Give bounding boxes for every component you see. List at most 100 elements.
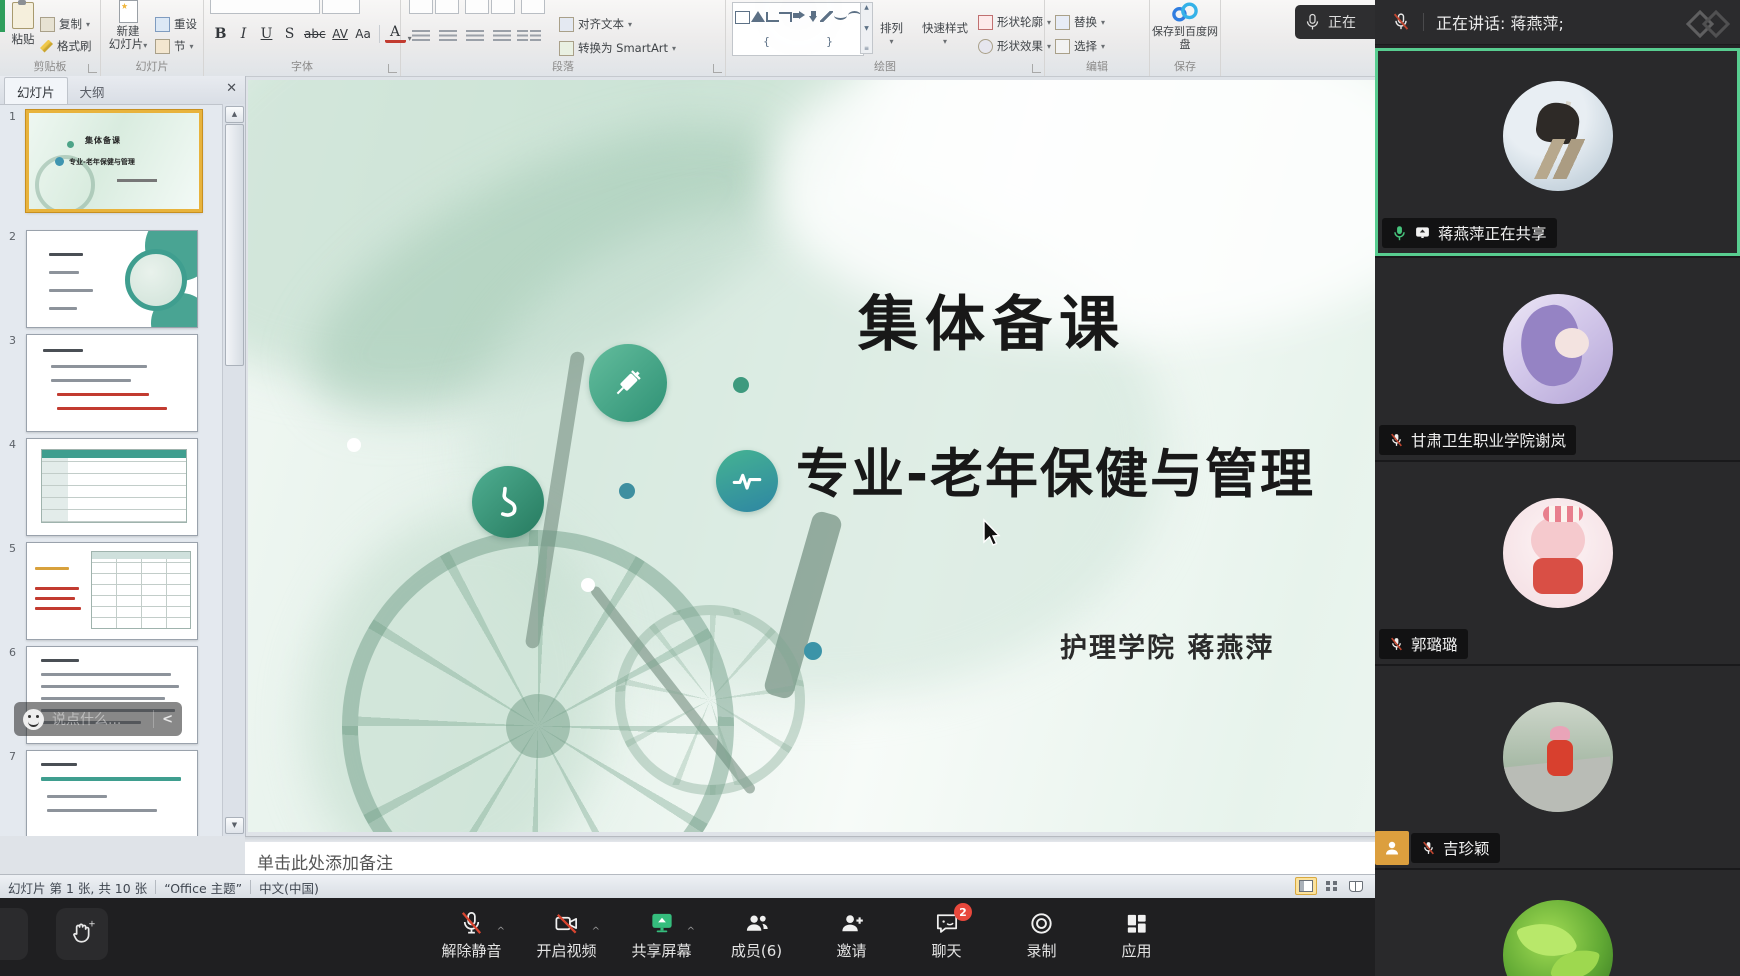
invite-button[interactable]: 邀请: [804, 904, 899, 961]
align-right-button[interactable]: [463, 26, 487, 47]
smiley-icon[interactable]: [23, 709, 44, 730]
record-button[interactable]: 录制: [994, 904, 1089, 961]
copy-button[interactable]: 复制▾: [40, 16, 90, 32]
paragraph-dialog-launcher[interactable]: [713, 64, 722, 73]
shape-outline-button[interactable]: 形状轮廓▾: [978, 14, 1051, 30]
new-slide-button[interactable]: 新建 幻灯片▾: [105, 0, 151, 52]
slide-thumbnail-7[interactable]: [26, 750, 198, 836]
slide-thumbnail-item-2[interactable]: 2: [0, 228, 223, 332]
tab-slides[interactable]: 幻灯片: [4, 77, 68, 104]
apps-button[interactable]: 应用: [1089, 904, 1184, 961]
normal-view-button[interactable]: [1295, 877, 1317, 895]
scroll-up-icon[interactable]: ▲: [225, 106, 244, 123]
thumbnail-scrollbar[interactable]: ▲ ▼: [222, 104, 245, 836]
toolbar-stub-button[interactable]: [0, 908, 28, 960]
share-screen-button[interactable]: ^ 共享屏幕: [614, 904, 709, 961]
smartart-button[interactable]: 转换为 SmartArt▾: [559, 40, 676, 56]
select-button[interactable]: 选择▾: [1055, 38, 1105, 54]
slide-thumbnail-4[interactable]: [26, 438, 198, 536]
notes-pane[interactable]: 单击此处添加备注: [245, 842, 1375, 874]
align-center-button[interactable]: [436, 26, 460, 47]
text-shadow-button[interactable]: S: [279, 24, 300, 43]
participant-name-label: 甘肃卫生职业学院谢岚: [1379, 425, 1576, 455]
character-spacing-button[interactable]: AV: [330, 24, 351, 43]
wheelchair-wheel-small: [615, 605, 805, 795]
slide-thumbnail-item-5[interactable]: 5: [0, 540, 223, 644]
font-name-box[interactable]: [210, 0, 320, 14]
slide-thumbnail-item-7[interactable]: 7: [0, 748, 223, 836]
align-text-icon: [559, 17, 574, 32]
scrollbar-thumb[interactable]: [225, 124, 244, 366]
stomach-badge: [472, 466, 544, 538]
strikethrough-button[interactable]: abc: [302, 24, 328, 43]
justify-button[interactable]: [490, 26, 514, 47]
participant-tile[interactable]: 甘肃卫生职业学院谢岚: [1375, 256, 1740, 460]
participant-tile[interactable]: 吉珍颖: [1375, 664, 1740, 868]
participant-tile[interactable]: 蒋燕萍正在共享: [1375, 48, 1740, 256]
participants-header: 正在讲话: 蒋燕萍;: [1375, 0, 1740, 45]
section-button[interactable]: 节▾: [155, 38, 194, 54]
slide-thumbnail-2[interactable]: [26, 230, 198, 328]
baidu-save-button[interactable]: 保存到百度网盘: [1150, 2, 1220, 51]
close-icon[interactable]: ✕: [226, 81, 237, 96]
chat-input-placeholder[interactable]: 说点什么...: [52, 709, 145, 729]
members-button[interactable]: 成员(6): [709, 904, 804, 961]
font-size-box[interactable]: [322, 0, 360, 14]
unmute-button[interactable]: ^ 解除静音: [424, 904, 519, 961]
participants-panel: 正在讲话: 蒋燕萍; 蒋燕萍正在共享: [1375, 0, 1740, 976]
chat-input-overlay[interactable]: 说点什么... <: [14, 702, 182, 736]
mic-icon: [1305, 13, 1320, 31]
slide-thumbnail-3[interactable]: [26, 334, 198, 432]
shapes-gallery-scroll[interactable]: ▲▼≡: [860, 2, 873, 54]
bullets-button[interactable]: [409, 0, 433, 14]
clipboard-dialog-launcher[interactable]: [88, 64, 97, 73]
participant-tile[interactable]: 郭璐璐: [1375, 460, 1740, 664]
curve-shape-icon: [848, 11, 861, 20]
align-left-button[interactable]: [409, 26, 433, 47]
video-options-chevron[interactable]: ^: [592, 926, 600, 937]
share-options-chevron[interactable]: ^: [687, 926, 695, 937]
decrease-indent-button[interactable]: [465, 0, 489, 14]
reading-view-button[interactable]: [1345, 877, 1367, 895]
slide-author: 护理学院 蒋燕萍: [1060, 626, 1274, 665]
underline-button[interactable]: U: [256, 24, 277, 43]
participant-tile[interactable]: [1375, 868, 1740, 976]
quick-styles-button[interactable]: 快速样式▾: [922, 20, 968, 46]
reset-button[interactable]: 重设: [155, 16, 197, 32]
start-video-button[interactable]: ^ 开启视频: [519, 904, 614, 961]
slide-thumbnail-item-1[interactable]: 1 集体备课 专业-老年保健与管理: [0, 108, 223, 216]
bold-button[interactable]: B: [210, 24, 231, 43]
chat-badge: 2: [954, 903, 972, 921]
camera-muted-icon: [553, 910, 580, 937]
replace-button[interactable]: 替换▾: [1055, 14, 1105, 30]
tab-outline[interactable]: 大纲: [68, 78, 117, 104]
font-dialog-launcher[interactable]: [388, 64, 397, 73]
ribbon-group-paragraph: 对齐文本▾ 转换为 SmartArt▾ 段落: [401, 0, 726, 76]
change-case-button[interactable]: Aa: [353, 24, 374, 43]
mic-options-chevron[interactable]: ^: [497, 926, 505, 937]
shape-effects-button[interactable]: 形状效果▾: [978, 38, 1051, 54]
shapes-gallery[interactable]: { }: [732, 2, 864, 56]
baidu-netdisk-icon: [1170, 2, 1200, 22]
slide-sorter-view-button[interactable]: [1320, 877, 1342, 895]
collapse-arrow-icon[interactable]: <: [162, 712, 173, 727]
drawing-dialog-launcher[interactable]: [1032, 64, 1041, 73]
align-text-button[interactable]: 对齐文本▾: [559, 16, 632, 32]
raise-hand-button[interactable]: +: [56, 908, 108, 960]
format-painter-button[interactable]: 格式刷: [40, 38, 92, 54]
increase-indent-button[interactable]: [491, 0, 515, 14]
paste-button[interactable]: 粘贴: [6, 2, 40, 47]
columns-button[interactable]: [517, 26, 541, 47]
slide-thumbnail-item-4[interactable]: 4: [0, 436, 223, 540]
italic-button[interactable]: I: [233, 24, 254, 43]
slide-thumbnail-5[interactable]: [26, 542, 198, 640]
slide-thumbnail-item-3[interactable]: 3: [0, 332, 223, 436]
numbering-button[interactable]: [435, 0, 459, 14]
line-spacing-button[interactable]: [521, 0, 545, 14]
scroll-down-icon[interactable]: ▼: [225, 817, 244, 834]
scribble-shape-icon: [820, 11, 833, 22]
ribbon-group-slides: 新建 幻灯片▾ 重设 节▾ 幻灯片: [101, 0, 204, 76]
arrange-button[interactable]: 排列▾: [880, 20, 903, 46]
slide-thumbnail-1[interactable]: 集体备课 专业-老年保健与管理: [26, 110, 202, 212]
chat-button[interactable]: 2 聊天: [899, 904, 994, 961]
